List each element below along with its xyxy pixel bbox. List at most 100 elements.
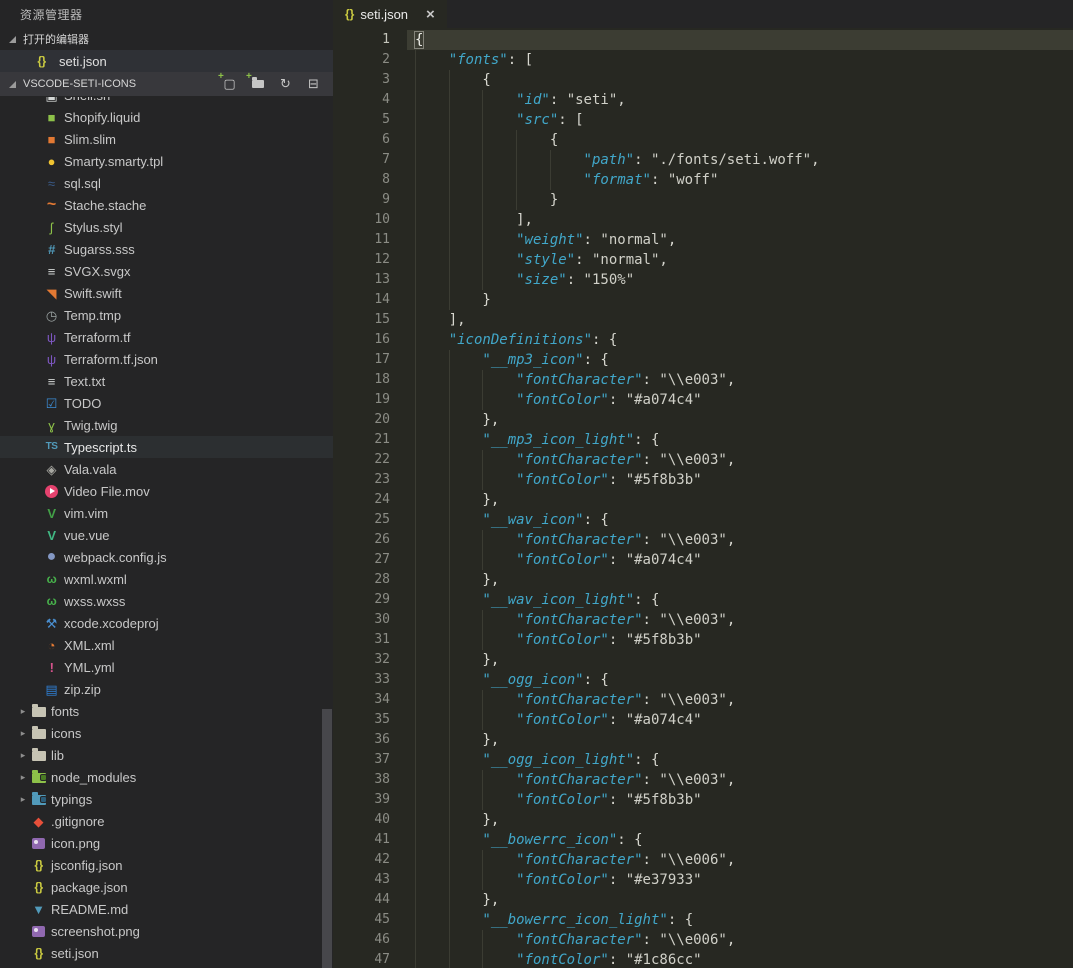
tab-seti-json[interactable]: {} seti.json × [333,0,447,28]
code-line-34[interactable]: 34"fontCharacter": "\\e003", [333,690,1073,710]
code-line-12[interactable]: 12"style": "normal", [333,250,1073,270]
code-line-1[interactable]: 1{ [333,30,1073,50]
tree-item-Terraform.tf.json[interactable]: ψTerraform.tf.json [0,348,333,370]
tree-item-Typescript.ts[interactable]: TSTypescript.ts [0,436,333,458]
code-line-20[interactable]: 20}, [333,410,1073,430]
chevron-right-icon[interactable]: ▸ [16,728,30,739]
tree-item-Swift.swift[interactable]: ◥Swift.swift [0,282,333,304]
tree-item-Smarty.smarty.tpl[interactable]: ●Smarty.smarty.tpl [0,150,333,172]
code-line-9[interactable]: 9} [333,190,1073,210]
code-line-42[interactable]: 42"fontCharacter": "\\e006", [333,850,1073,870]
code-line-13[interactable]: 13"size": "150%" [333,270,1073,290]
tree-item-Terraform.tf[interactable]: ψTerraform.tf [0,326,333,348]
tree-item-seti.json[interactable]: {}seti.json [0,942,333,964]
tree-item-Vala.vala[interactable]: ◈Vala.vala [0,458,333,480]
code-line-32[interactable]: 32}, [333,650,1073,670]
code-line-6[interactable]: 6{ [333,130,1073,150]
tree-item-vim.vim[interactable]: Vvim.vim [0,502,333,524]
new-file-icon[interactable]: ▢+ [220,75,239,94]
tree-item-wxml.wxml[interactable]: ωwxml.wxml [0,568,333,590]
open-editors-section-header[interactable]: 打开的编辑器 [0,28,333,50]
tree-item-Twig.twig[interactable]: ɣTwig.twig [0,414,333,436]
code-line-5[interactable]: 5"src": [ [333,110,1073,130]
code-line-3[interactable]: 3{ [333,70,1073,90]
code-line-27[interactable]: 27"fontColor": "#a074c4" [333,550,1073,570]
tree-item-zip.zip[interactable]: ▤zip.zip [0,678,333,700]
tree-item-Temp.tmp[interactable]: ◷Temp.tmp [0,304,333,326]
code-line-10[interactable]: 10], [333,210,1073,230]
code-line-14[interactable]: 14} [333,290,1073,310]
tree-item-Stache.stache[interactable]: ~Stache.stache [0,194,333,216]
tree-item-Text.txt[interactable]: ≡Text.txt [0,370,333,392]
code-line-37[interactable]: 37"__ogg_icon_light": { [333,750,1073,770]
code-line-44[interactable]: 44}, [333,890,1073,910]
tree-item-node_modules[interactable]: ▸node_modules [0,766,333,788]
tree-item-SVGX.svgx[interactable]: ≡SVGX.svgx [0,260,333,282]
tree-item-icon.png[interactable]: icon.png [0,832,333,854]
code-line-16[interactable]: 16"iconDefinitions": { [333,330,1073,350]
code-line-43[interactable]: 43"fontColor": "#e37933" [333,870,1073,890]
code-line-38[interactable]: 38"fontCharacter": "\\e003", [333,770,1073,790]
tree-item-fonts[interactable]: ▸fonts [0,700,333,722]
code-line-17[interactable]: 17"__mp3_icon": { [333,350,1073,370]
tree-item-Shopify.liquid[interactable]: ■Shopify.liquid [0,106,333,128]
code-line-11[interactable]: 11"weight": "normal", [333,230,1073,250]
code-line-28[interactable]: 28}, [333,570,1073,590]
tree-item-vue.vue[interactable]: Vvue.vue [0,524,333,546]
tree-item-jsconfig.json[interactable]: {}jsconfig.json [0,854,333,876]
code-line-47[interactable]: 47"fontColor": "#1c86cc" [333,950,1073,968]
tree-item-screenshot.png[interactable]: screenshot.png [0,920,333,942]
code-line-46[interactable]: 46"fontCharacter": "\\e006", [333,930,1073,950]
code-line-39[interactable]: 39"fontColor": "#5f8b3b" [333,790,1073,810]
code-line-40[interactable]: 40}, [333,810,1073,830]
new-folder-icon[interactable]: + [248,75,267,94]
code-line-25[interactable]: 25"__wav_icon": { [333,510,1073,530]
code-line-4[interactable]: 4"id": "seti", [333,90,1073,110]
tree-item-typings[interactable]: ▸typings [0,788,333,810]
code-line-15[interactable]: 15], [333,310,1073,330]
tree-item-XML.xml[interactable]: ◔XML.xml [0,634,333,656]
code-line-33[interactable]: 33"__ogg_icon": { [333,670,1073,690]
code-line-21[interactable]: 21"__mp3_icon_light": { [333,430,1073,450]
sidebar-scrollbar-thumb[interactable] [322,709,332,968]
chevron-right-icon[interactable]: ▸ [16,772,30,783]
tree-item-Stylus.styl[interactable]: ʃStylus.styl [0,216,333,238]
code-line-24[interactable]: 24}, [333,490,1073,510]
open-editor-item-seti.json[interactable]: {}seti.json [0,50,333,72]
chevron-right-icon[interactable]: ▸ [16,706,30,717]
tree-item-package.json[interactable]: {}package.json [0,876,333,898]
collapse-all-icon[interactable]: ⊟ [304,75,323,94]
code-line-30[interactable]: 30"fontCharacter": "\\e003", [333,610,1073,630]
tree-item-wxss.wxss[interactable]: ωwxss.wxss [0,590,333,612]
code-line-23[interactable]: 23"fontColor": "#5f8b3b" [333,470,1073,490]
code-line-8[interactable]: 8"format": "woff" [333,170,1073,190]
code-line-36[interactable]: 36}, [333,730,1073,750]
close-tab-icon[interactable]: × [426,7,435,22]
code-line-18[interactable]: 18"fontCharacter": "\\e003", [333,370,1073,390]
tree-item-Sugarss.sss[interactable]: #Sugarss.sss [0,238,333,260]
tree-item-xcode.xcodeproj[interactable]: ⚒xcode.xcodeproj [0,612,333,634]
tree-item-YML.yml[interactable]: !YML.yml [0,656,333,678]
code-line-2[interactable]: 2"fonts": [ [333,50,1073,70]
tree-item-TODO[interactable]: ☑TODO [0,392,333,414]
code-line-22[interactable]: 22"fontCharacter": "\\e003", [333,450,1073,470]
tree-item-Slim.slim[interactable]: ■Slim.slim [0,128,333,150]
code-line-26[interactable]: 26"fontCharacter": "\\e003", [333,530,1073,550]
tree-item-Shell.sh[interactable]: ▣Shell.sh [0,97,333,106]
tree-item-lib[interactable]: ▸lib [0,744,333,766]
code-editor[interactable]: 1{2"fonts": [3{4"id": "seti",5"src": [6{… [333,30,1073,968]
project-section-header[interactable]: VSCODE-SETI-ICONS ▢++↻⊟ [0,72,333,96]
chevron-right-icon[interactable]: ▸ [16,750,30,761]
tree-item-webpack.config.js[interactable]: ●webpack.config.js [0,546,333,568]
code-line-29[interactable]: 29"__wav_icon_light": { [333,590,1073,610]
code-line-7[interactable]: 7"path": "./fonts/seti.woff", [333,150,1073,170]
tree-item-icons[interactable]: ▸icons [0,722,333,744]
refresh-icon[interactable]: ↻ [276,75,295,94]
code-line-35[interactable]: 35"fontColor": "#a074c4" [333,710,1073,730]
code-line-41[interactable]: 41"__bowerrc_icon": { [333,830,1073,850]
code-line-31[interactable]: 31"fontColor": "#5f8b3b" [333,630,1073,650]
tree-item-.gitignore[interactable]: ◆.gitignore [0,810,333,832]
code-line-19[interactable]: 19"fontColor": "#a074c4" [333,390,1073,410]
chevron-right-icon[interactable]: ▸ [16,794,30,805]
tree-item-Video File.mov[interactable]: Video File.mov [0,480,333,502]
